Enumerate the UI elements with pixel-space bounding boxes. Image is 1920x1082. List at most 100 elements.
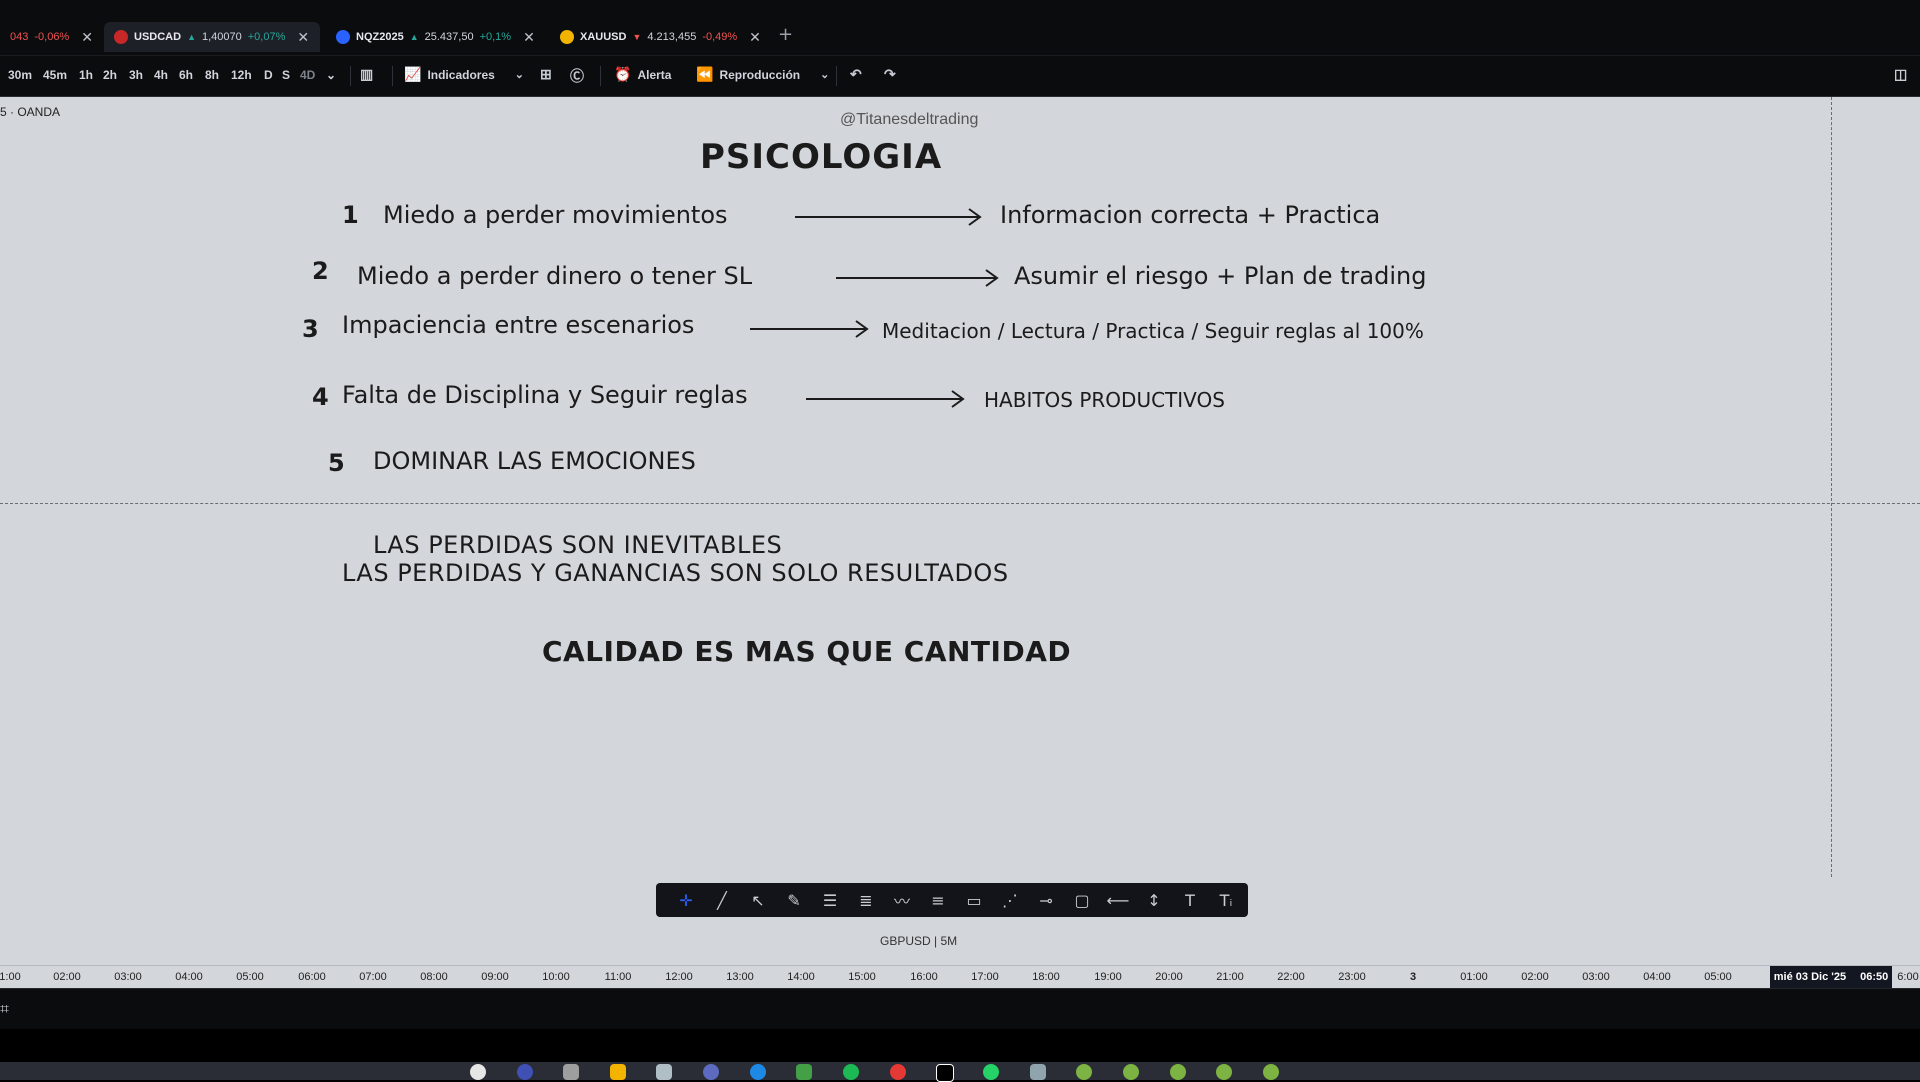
redo-icon: ↷ [884, 66, 896, 82]
close-icon[interactable]: ✕ [523, 29, 535, 46]
timeframe-30m[interactable]: 30m [8, 68, 32, 82]
bottom-panel: ⌗ [0, 988, 1920, 1029]
note-quality: CALIDAD ES MAS QUE CANTIDAD [542, 635, 1072, 668]
time-tick: 16:00 [910, 971, 938, 983]
app-icon[interactable] [517, 1064, 533, 1080]
task-view-icon[interactable] [563, 1064, 579, 1080]
callout-icon[interactable]: ▢ [1064, 883, 1100, 917]
timeframe-2h[interactable]: 2h [103, 68, 117, 82]
folder-icon[interactable] [610, 1064, 626, 1080]
music-icon[interactable] [843, 1064, 859, 1080]
tab-0[interactable]: 043 -0,06% ✕ [0, 22, 100, 52]
wave-icon[interactable]: 〰 [884, 883, 920, 917]
fib-icon[interactable]: ☰ [812, 883, 848, 917]
timeframe-8h[interactable]: 8h [205, 68, 219, 82]
app-icon[interactable] [1030, 1064, 1046, 1080]
time-tick: 17:00 [971, 971, 999, 983]
time-axis[interactable]: 1:00 02:00 03:00 04:00 05:00 06:00 07:00… [0, 965, 1920, 989]
tab-2-price: 25.437,50 [424, 31, 474, 43]
tab-3-change: -0,49% [702, 31, 738, 43]
whatsapp-icon[interactable] [983, 1064, 999, 1080]
toolbar-divider [392, 66, 393, 86]
item-4-number: 4 [312, 383, 329, 411]
template-button[interactable]: Ⓒ [570, 66, 584, 86]
item-4-answer: HABITOS PRODUCTIVOS [984, 388, 1225, 412]
close-icon[interactable]: ✕ [81, 29, 93, 46]
up-arrow-icon: ▲ [409, 32, 419, 42]
undo-button[interactable]: ↶ [850, 66, 862, 83]
time-tick: 23:00 [1338, 971, 1366, 983]
app-icon[interactable] [1170, 1064, 1186, 1080]
cursor-icon[interactable]: ↖ [740, 883, 776, 917]
app-icon[interactable] [1123, 1064, 1139, 1080]
toolbar-divider [600, 66, 601, 86]
new-tab-plus-icon[interactable]: + [778, 24, 793, 45]
ray-icon[interactable]: ⟵ [1100, 883, 1136, 917]
undo-icon: ↶ [850, 66, 862, 82]
replay-button[interactable]: ⏪ Reproducción ⌄ [696, 66, 829, 83]
app-icon[interactable] [936, 1064, 954, 1082]
chart-canvas[interactable]: 5 · OANDA @Titanesdeltrading PSICOLOGIA … [0, 97, 1920, 965]
current-date: mié 03 Dic '25 [1773, 971, 1847, 983]
timeframe-s[interactable]: S [282, 68, 290, 82]
tab-3[interactable]: XAUUSD ▼ 4.213,455 -0,49% ✕ [550, 22, 772, 52]
candles-icon[interactable]: ▥ [360, 66, 373, 83]
timeframe-6h[interactable]: 6h [179, 68, 193, 82]
timeframe-d[interactable]: D [264, 68, 273, 82]
toolbar-divider [836, 66, 837, 86]
lines-icon[interactable]: ≡ [920, 883, 956, 917]
text-note-icon[interactable]: Tᵢ [1208, 883, 1244, 917]
timeframe-4d[interactable]: 4D [300, 68, 315, 82]
tab-2-change: +0,1% [479, 31, 512, 43]
rectangle-icon[interactable]: ▭ [956, 883, 992, 917]
timeframe-4h[interactable]: 4h [154, 68, 168, 82]
channel-icon[interactable]: ≣ [848, 883, 884, 917]
timeframe-45m[interactable]: 45m [43, 68, 67, 82]
app-icon[interactable] [1216, 1064, 1232, 1080]
text-icon[interactable]: T [1172, 883, 1208, 917]
measure-icon[interactable]: ⊸ [1028, 883, 1064, 917]
app-icon[interactable] [656, 1064, 672, 1080]
time-tick: 1:00 [0, 971, 21, 983]
calendar-range-icon[interactable]: ⌗ [0, 999, 9, 1019]
app-icon[interactable] [1076, 1064, 1092, 1080]
trend-line-icon[interactable]: ╱ [704, 883, 740, 917]
browser-icon[interactable] [750, 1064, 766, 1080]
brush-icon[interactable]: ✎ [776, 883, 812, 917]
crosshair-icon[interactable]: ✛ [668, 883, 704, 917]
crosshair-horizontal [0, 503, 1920, 504]
pattern-icon[interactable]: ⋰ [992, 883, 1028, 917]
layout-grid-button[interactable]: ⊞ [540, 66, 552, 83]
alert-button[interactable]: ⏰ Alerta [614, 66, 671, 83]
app-icon[interactable] [1263, 1064, 1279, 1080]
template-icon: Ⓒ [570, 68, 584, 84]
item-3-number: 3 [302, 315, 319, 343]
close-icon[interactable]: ✕ [749, 29, 761, 46]
app-icon[interactable] [703, 1064, 719, 1080]
item-5-text: DOMINAR LAS EMOCIONES [373, 447, 696, 475]
redo-button[interactable]: ↷ [884, 66, 896, 83]
item-3-text: Impaciencia entre escenarios [342, 311, 695, 339]
timeframe-1h[interactable]: 1h [79, 68, 93, 82]
spreadsheet-icon[interactable] [796, 1064, 812, 1080]
item-2-text: Miedo a perder dinero o tener SL [357, 262, 753, 290]
tab-1[interactable]: USDCAD ▲ 1,40070 +0,07% ✕ [104, 22, 320, 52]
time-tick: 12:00 [665, 971, 693, 983]
close-icon[interactable]: ✕ [297, 29, 309, 46]
item-4-text: Falta de Disciplina y Seguir reglas [342, 381, 748, 409]
panel-toggle-button[interactable]: ◫ [1894, 66, 1907, 83]
indicators-button[interactable]: 📈 Indicadores ⌄ [404, 66, 524, 83]
drawing-toolbar: ✛ ╱ ↖ ✎ ☰ ≣ 〰 ≡ ▭ ⋰ ⊸ ▢ ⟵ ↕ T Tᵢ [656, 883, 1248, 917]
chevron-down-icon[interactable]: ⌄ [326, 68, 336, 82]
search-icon[interactable] [470, 1064, 486, 1080]
crosshair-vertical [1831, 97, 1832, 877]
indicators-icon: 📈 [404, 66, 422, 82]
timeframe-3h[interactable]: 3h [129, 68, 143, 82]
time-tick: 14:00 [787, 971, 815, 983]
timeframe-12h[interactable]: 12h [231, 68, 252, 82]
chrome-icon[interactable] [890, 1064, 906, 1080]
time-tick: 02:00 [53, 971, 81, 983]
time-tick: 02:00 [1521, 971, 1549, 983]
tab-2[interactable]: NQZ2025 ▲ 25.437,50 +0,1% ✕ [326, 22, 546, 52]
vertical-line-icon[interactable]: ↕ [1136, 883, 1172, 917]
